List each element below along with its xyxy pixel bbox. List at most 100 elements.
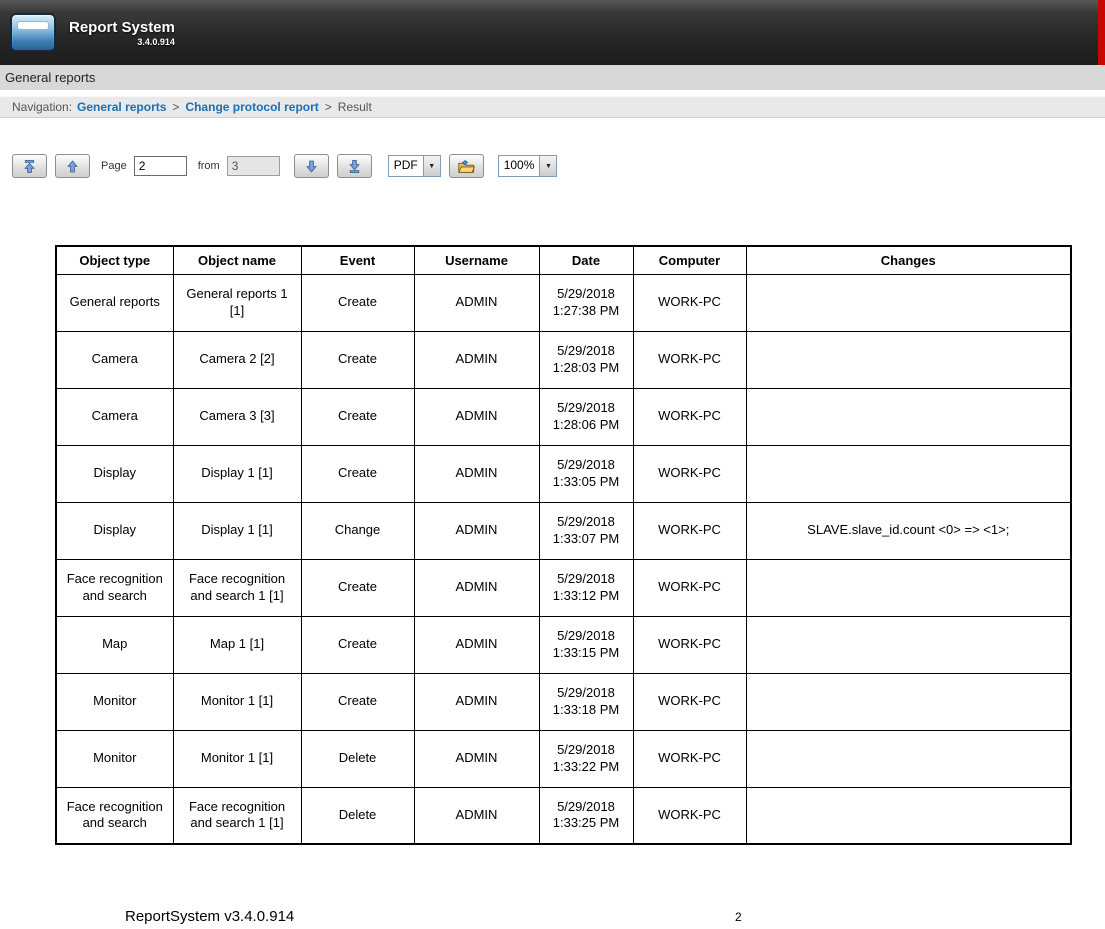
table-row: Face recognition and search Face recogni…	[56, 787, 1071, 844]
table-row: General reports General reports 1 [1] Cr…	[56, 274, 1071, 331]
zoom-select[interactable]: 100% ▼	[498, 155, 558, 177]
cell-object-name: Monitor 1 [1]	[173, 730, 301, 787]
column-header-object-name: Object name	[173, 246, 301, 274]
table-row: Camera Camera 3 [3] Create ADMIN 5/29/20…	[56, 388, 1071, 445]
cell-date-time: 1:33:12 PM	[544, 588, 629, 604]
breadcrumb-separator: >	[325, 97, 332, 117]
cell-event: Create	[301, 388, 414, 445]
cell-object-name: Monitor 1 [1]	[173, 673, 301, 730]
table-row: Face recognition and search Face recogni…	[56, 559, 1071, 616]
arrow-up-to-bar-icon	[23, 160, 36, 173]
cell-object-type: Face recognition and search	[56, 787, 173, 844]
cell-object-name: Map 1 [1]	[173, 616, 301, 673]
breadcrumb-link-general-reports[interactable]: General reports	[77, 97, 166, 117]
format-select-value: PDF	[389, 156, 423, 176]
cell-changes	[746, 274, 1071, 331]
prev-page-button[interactable]	[55, 154, 90, 178]
cell-event: Change	[301, 502, 414, 559]
format-select[interactable]: PDF ▼	[388, 155, 441, 177]
arrow-down-icon	[305, 160, 318, 173]
cell-object-name: Face recognition and search 1 [1]	[173, 787, 301, 844]
column-header-object-type: Object type	[56, 246, 173, 274]
cell-date-day: 5/29/2018	[544, 457, 629, 473]
cell-date-day: 5/29/2018	[544, 286, 629, 302]
cell-date-time: 1:27:38 PM	[544, 303, 629, 319]
breadcrumb: Navigation: General reports > Change pro…	[0, 96, 1105, 118]
cell-computer: WORK-PC	[633, 673, 746, 730]
cell-event: Create	[301, 616, 414, 673]
cell-date-day: 5/29/2018	[544, 742, 629, 758]
table-header-row: Object type Object name Event Username D…	[56, 246, 1071, 274]
report-page-number: 2	[735, 910, 742, 924]
column-header-event: Event	[301, 246, 414, 274]
cell-changes	[746, 673, 1071, 730]
cell-username: ADMIN	[414, 388, 539, 445]
cell-date: 5/29/2018 1:28:06 PM	[539, 388, 633, 445]
table-row: Display Display 1 [1] Change ADMIN 5/29/…	[56, 502, 1071, 559]
cell-username: ADMIN	[414, 502, 539, 559]
cell-computer: WORK-PC	[633, 559, 746, 616]
cell-date-day: 5/29/2018	[544, 628, 629, 644]
cell-date: 5/29/2018 1:33:18 PM	[539, 673, 633, 730]
cell-event: Delete	[301, 787, 414, 844]
breadcrumb-label: Navigation:	[12, 97, 72, 117]
column-header-changes: Changes	[746, 246, 1071, 274]
cell-object-type: Map	[56, 616, 173, 673]
next-page-button[interactable]	[294, 154, 329, 178]
cell-computer: WORK-PC	[633, 274, 746, 331]
app-version: 3.4.0.914	[69, 37, 175, 47]
table-row: Map Map 1 [1] Create ADMIN 5/29/2018 1:3…	[56, 616, 1071, 673]
cell-date: 5/29/2018 1:27:38 PM	[539, 274, 633, 331]
header-right-accent	[1098, 0, 1105, 65]
cell-date-time: 1:33:25 PM	[544, 815, 629, 831]
cell-date: 5/29/2018 1:33:12 PM	[539, 559, 633, 616]
app-header: Report System 3.4.0.914	[0, 0, 1105, 65]
cell-computer: WORK-PC	[633, 730, 746, 787]
cell-object-type: General reports	[56, 274, 173, 331]
breadcrumb-link-change-protocol-report[interactable]: Change protocol report	[185, 97, 318, 117]
cell-computer: WORK-PC	[633, 388, 746, 445]
cell-object-name: Face recognition and search 1 [1]	[173, 559, 301, 616]
cell-username: ADMIN	[414, 673, 539, 730]
cell-object-type: Display	[56, 445, 173, 502]
cell-changes	[746, 559, 1071, 616]
cell-changes	[746, 388, 1071, 445]
cell-object-name: General reports 1 [1]	[173, 274, 301, 331]
page-label: Page	[101, 160, 127, 172]
cell-username: ADMIN	[414, 445, 539, 502]
page-input[interactable]	[134, 156, 187, 176]
cell-date-day: 5/29/2018	[544, 571, 629, 587]
first-page-button[interactable]	[12, 154, 47, 178]
cell-date-time: 1:33:22 PM	[544, 759, 629, 775]
column-header-date: Date	[539, 246, 633, 274]
app-logo-icon	[10, 13, 56, 52]
cell-changes	[746, 730, 1071, 787]
table-row: Monitor Monitor 1 [1] Create ADMIN 5/29/…	[56, 673, 1071, 730]
cell-username: ADMIN	[414, 787, 539, 844]
cell-date-day: 5/29/2018	[544, 343, 629, 359]
app-logo-slot	[17, 21, 49, 30]
from-label: from	[198, 160, 220, 172]
cell-event: Create	[301, 445, 414, 502]
cell-object-name: Display 1 [1]	[173, 445, 301, 502]
export-icon	[457, 159, 475, 174]
zoom-select-value: 100%	[499, 156, 540, 176]
export-button[interactable]	[449, 154, 484, 178]
last-page-button[interactable]	[337, 154, 372, 178]
cell-computer: WORK-PC	[633, 502, 746, 559]
cell-date-day: 5/29/2018	[544, 514, 629, 530]
cell-computer: WORK-PC	[633, 787, 746, 844]
cell-date-time: 1:33:07 PM	[544, 531, 629, 547]
cell-computer: WORK-PC	[633, 616, 746, 673]
table-row: Camera Camera 2 [2] Create ADMIN 5/29/20…	[56, 331, 1071, 388]
cell-object-name: Display 1 [1]	[173, 502, 301, 559]
cell-date: 5/29/2018 1:33:07 PM	[539, 502, 633, 559]
column-header-computer: Computer	[633, 246, 746, 274]
cell-date-time: 1:33:15 PM	[544, 645, 629, 661]
breadcrumb-current: Result	[338, 97, 372, 117]
cell-event: Delete	[301, 730, 414, 787]
cell-computer: WORK-PC	[633, 331, 746, 388]
chevron-down-icon: ▼	[423, 156, 440, 176]
cell-changes	[746, 616, 1071, 673]
cell-changes	[746, 445, 1071, 502]
